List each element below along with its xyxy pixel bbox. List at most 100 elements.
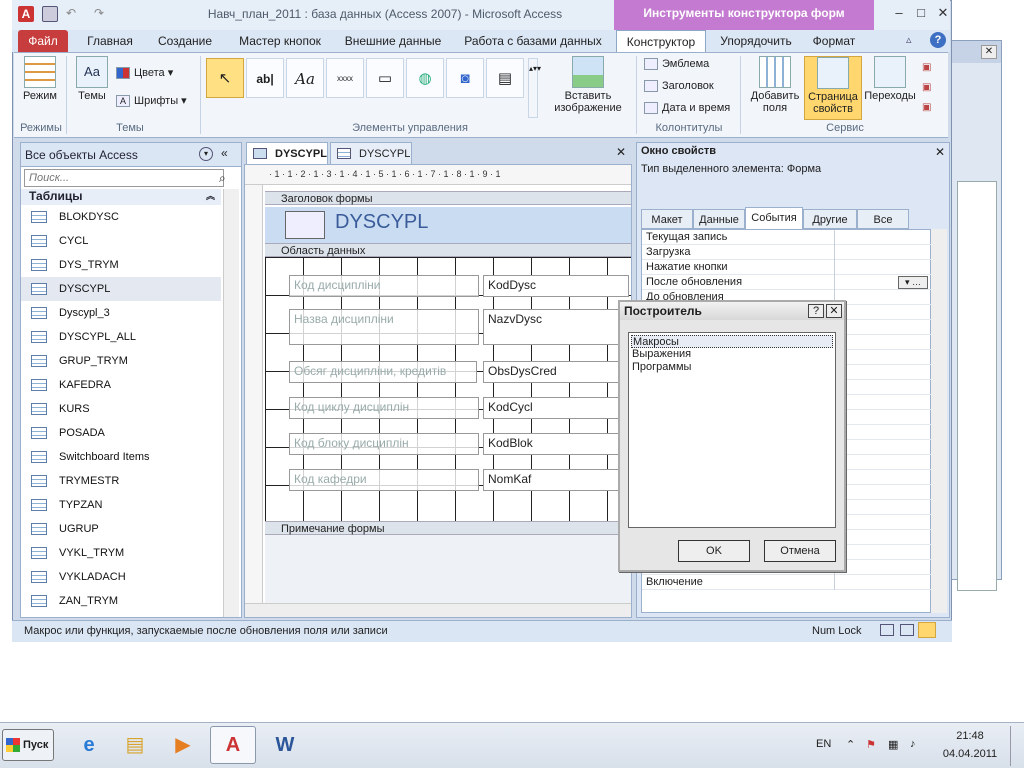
maximize-button[interactable]: □ [910, 4, 932, 22]
nav-table-item[interactable]: VYKLADACH [21, 565, 221, 589]
property-row[interactable]: Текущая запись [642, 230, 932, 245]
property-value[interactable] [834, 320, 930, 335]
close-document-icon[interactable]: ✕ [616, 145, 626, 159]
dialog-close-button[interactable]: ✕ [826, 304, 842, 318]
property-value[interactable] [834, 290, 930, 305]
tab-database-tools[interactable]: Работа с базами данных [458, 30, 608, 52]
show-hidden-icons-icon[interactable]: ⌃ [846, 738, 855, 751]
property-value[interactable] [834, 335, 930, 350]
property-value[interactable] [834, 260, 930, 275]
property-value[interactable] [834, 455, 930, 470]
form-footer-section-bar[interactable]: Примечание формы [265, 521, 631, 535]
close-button[interactable]: ✕ [932, 4, 954, 22]
form-label[interactable]: Обсяг дисципліни, кредитів [289, 361, 477, 383]
property-value[interactable] [834, 500, 930, 515]
detail-area[interactable]: Код дисципліни KodDysc Назва дисципліни Naz… [265, 257, 631, 521]
property-tab[interactable]: События [745, 207, 803, 229]
media-player-icon[interactable]: ▶ [160, 726, 206, 764]
property-tab[interactable]: Данные [693, 209, 745, 229]
form-title[interactable]: DYSCYPL [335, 211, 428, 234]
builder-list-item[interactable]: Выражения [631, 348, 833, 361]
nav-search-input[interactable] [24, 169, 224, 187]
nav-table-item[interactable]: BLOKDYSC [21, 205, 221, 229]
tab-file[interactable]: Файл [18, 30, 68, 52]
property-tab[interactable]: Макет [641, 209, 693, 229]
add-fields-button[interactable]: Добавить поля [746, 56, 804, 114]
nav-menu-icon[interactable]: ▾ [199, 147, 213, 161]
tables-section-header[interactable]: Таблицы ︽ [21, 189, 221, 205]
background-window-close-icon[interactable]: ✕ [981, 45, 997, 59]
start-button[interactable]: Пуск [2, 729, 54, 761]
property-value[interactable] [834, 470, 930, 485]
language-indicator[interactable]: EN [816, 738, 831, 750]
dialog-help-button[interactable]: ? [808, 304, 824, 318]
nav-scrollbar[interactable] [223, 189, 239, 617]
nav-table-item[interactable]: GRUP_TRYM [21, 349, 221, 373]
insert-image-button[interactable]: Вставить изображение [546, 56, 630, 114]
network-icon[interactable]: ▦ [888, 738, 898, 751]
form-label[interactable]: Код кафедри [289, 469, 479, 491]
nav-table-item[interactable]: POSADA [21, 421, 221, 445]
property-value[interactable] [834, 545, 930, 560]
action-center-icon[interactable]: ⚑ [866, 738, 876, 751]
property-tab[interactable]: Все [857, 209, 909, 229]
tab-external-data[interactable]: Внешние данные [338, 30, 448, 52]
form-footer-area[interactable] [265, 535, 631, 605]
doc-tab-form-design[interactable]: DYSCYPL [246, 142, 328, 164]
cancel-button[interactable]: Отмена [764, 540, 836, 562]
navigation-tool-icon[interactable]: ▤ [486, 58, 524, 98]
collapse-nav-icon[interactable]: « [221, 146, 228, 160]
explorer-icon[interactable]: ▤ [112, 726, 158, 764]
nav-table-item[interactable]: KAFEDRA [21, 373, 221, 397]
property-value[interactable] [834, 530, 930, 545]
property-value[interactable] [834, 380, 930, 395]
property-value[interactable] [834, 575, 930, 590]
nav-table-item[interactable]: CYCL [21, 229, 221, 253]
property-value[interactable] [834, 560, 930, 575]
form-field[interactable]: NazvDysc [483, 309, 629, 345]
form-logo-icon[interactable] [285, 211, 325, 239]
form-header-area[interactable]: DYSCYPL [265, 207, 631, 243]
nav-table-item[interactable]: TYPZAN [21, 493, 221, 517]
form-field[interactable]: KodBlok [483, 433, 629, 455]
controls-gallery-more-icon[interactable]: ▴▾▾ [528, 58, 541, 118]
form-field[interactable]: NomKaf [483, 469, 629, 491]
property-sheet-button[interactable]: Страница свойств [804, 56, 862, 120]
show-desktop-button[interactable] [1010, 726, 1022, 766]
nav-table-item[interactable]: DYSCYPL [21, 277, 221, 301]
button-tool-icon[interactable]: xxxx [326, 58, 364, 98]
builder-list-item[interactable]: Программы [631, 361, 833, 374]
label-tool-icon[interactable]: Aa [286, 58, 324, 98]
tools-small-icons[interactable]: ▣ ▣ ▣ [922, 58, 936, 118]
tab-format[interactable]: Формат [806, 30, 862, 52]
form-label[interactable]: Код дисципліни [289, 275, 479, 297]
clock-time[interactable]: 21:48 [940, 730, 1000, 742]
property-scrollbar[interactable] [931, 229, 947, 613]
doc-tab-table[interactable]: DYSCYPL [330, 142, 412, 164]
save-icon[interactable] [42, 6, 58, 22]
tab-control-icon[interactable]: ▭ [366, 58, 404, 98]
access-taskbar-icon[interactable]: A [210, 726, 256, 764]
property-value[interactable] [834, 410, 930, 425]
nav-table-item[interactable]: UGRUP [21, 517, 221, 541]
textbox-tool-icon[interactable]: ab| [246, 58, 284, 98]
property-value[interactable] [834, 485, 930, 500]
property-value[interactable] [834, 440, 930, 455]
close-properties-icon[interactable]: ✕ [935, 145, 945, 159]
detail-section-bar[interactable]: Область данных [265, 243, 631, 257]
nav-header[interactable]: Все объекты Access ▾ « [21, 143, 241, 167]
nav-table-item[interactable]: Switchboard Items [21, 445, 221, 469]
property-value[interactable] [834, 230, 930, 245]
nav-table-item[interactable]: DYS_TRYM [21, 253, 221, 277]
property-tab[interactable]: Другие [803, 209, 857, 229]
tab-design[interactable]: Конструктор [616, 30, 706, 52]
tab-arrange[interactable]: Упорядочить [712, 30, 800, 52]
form-field[interactable]: KodCycl [483, 397, 629, 419]
nav-table-item[interactable]: Dyscypl_3 [21, 301, 221, 325]
undo-icon[interactable]: ↶ [66, 6, 82, 22]
nav-table-item[interactable]: DYSCYPL_ALL [21, 325, 221, 349]
datetime-button[interactable]: Дата и время [644, 102, 730, 115]
design-view-status-icon[interactable] [918, 622, 936, 638]
themes-button[interactable]: Aa Темы [72, 56, 112, 102]
builder-list-item[interactable]: Макросы [631, 335, 833, 348]
